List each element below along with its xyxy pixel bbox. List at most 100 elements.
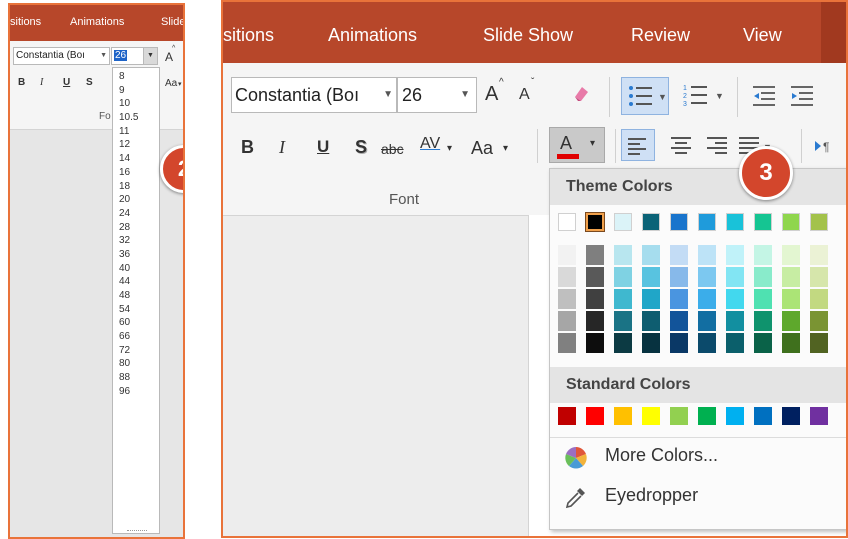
standard-color-swatch[interactable] <box>754 407 772 425</box>
theme-shade-swatch[interactable] <box>558 333 576 353</box>
list-item[interactable]: 11 <box>113 125 159 139</box>
tab-transitions[interactable]: sitions <box>223 25 274 46</box>
theme-shade-swatch[interactable] <box>670 289 688 309</box>
theme-shade-swatch[interactable] <box>558 289 576 309</box>
theme-color-swatch[interactable] <box>782 213 800 231</box>
theme-shade-swatch[interactable] <box>726 311 744 331</box>
theme-shade-swatch[interactable] <box>698 289 716 309</box>
list-item[interactable]: 48 <box>113 289 159 303</box>
tab-animations[interactable]: Animations <box>328 25 417 46</box>
theme-color-swatch[interactable] <box>726 213 744 231</box>
theme-color-swatch[interactable] <box>810 213 828 231</box>
standard-color-swatch[interactable] <box>726 407 744 425</box>
theme-shade-swatch[interactable] <box>698 245 716 265</box>
theme-shade-swatch[interactable] <box>642 311 660 331</box>
decrease-indent-icon[interactable] <box>751 83 777 109</box>
theme-color-swatch[interactable] <box>585 212 605 232</box>
list-item[interactable]: 60 <box>113 316 159 330</box>
align-center-icon[interactable] <box>665 129 697 159</box>
theme-shade-swatch[interactable] <box>586 267 604 287</box>
tab-review[interactable]: Review <box>631 25 690 46</box>
theme-shade-swatch[interactable] <box>810 333 828 353</box>
underline-button[interactable]: U <box>317 137 329 157</box>
theme-shade-swatch[interactable] <box>782 289 800 309</box>
align-left-button[interactable] <box>621 129 655 161</box>
tab-transitions[interactable]: sitions <box>10 16 41 28</box>
font-size-combo[interactable]: 26 ▼ <box>111 47 158 65</box>
shrink-font-icon[interactable]: A <box>519 86 530 104</box>
theme-color-swatch[interactable] <box>698 213 716 231</box>
theme-shade-swatch[interactable] <box>754 267 772 287</box>
theme-shade-swatch[interactable] <box>642 333 660 353</box>
theme-shade-swatch[interactable] <box>614 267 632 287</box>
font-size-combo[interactable]: 26 ▼ <box>397 77 477 113</box>
character-spacing-button[interactable]: AV <box>420 135 440 153</box>
standard-color-swatch[interactable] <box>810 407 828 425</box>
theme-shade-swatch[interactable] <box>782 267 800 287</box>
tab-view[interactable]: View <box>743 25 782 46</box>
list-item[interactable]: 18 <box>113 180 159 194</box>
bullets-button[interactable]: ▼ <box>621 77 669 115</box>
theme-shade-swatch[interactable] <box>810 289 828 309</box>
grow-font-icon[interactable]: A <box>485 83 498 106</box>
list-item[interactable]: 14 <box>113 152 159 166</box>
list-item[interactable]: 10.5 <box>113 111 159 125</box>
theme-shade-swatch[interactable] <box>782 333 800 353</box>
change-case-button[interactable]: Aa <box>165 78 177 89</box>
theme-shade-swatch[interactable] <box>558 311 576 331</box>
list-item[interactable]: 16 <box>113 166 159 180</box>
underline-button[interactable]: U <box>63 77 70 88</box>
standard-color-swatch[interactable] <box>670 407 688 425</box>
font-color-button[interactable]: A ▾ <box>549 127 605 163</box>
theme-shade-swatch[interactable] <box>586 311 604 331</box>
theme-shade-swatch[interactable] <box>754 289 772 309</box>
list-item[interactable]: 28 <box>113 221 159 235</box>
theme-shade-swatch[interactable] <box>782 311 800 331</box>
list-item[interactable]: 54 <box>113 303 159 317</box>
theme-shade-swatch[interactable] <box>614 333 632 353</box>
standard-color-swatch[interactable] <box>586 407 604 425</box>
standard-color-swatch[interactable] <box>698 407 716 425</box>
theme-shade-swatch[interactable] <box>810 245 828 265</box>
standard-color-swatch[interactable] <box>614 407 632 425</box>
font-name-combo[interactable]: Constantia (Boı ▼ <box>231 77 397 113</box>
strikethrough-button[interactable]: abc <box>381 141 404 157</box>
chevron-down-icon[interactable]: ▼ <box>460 78 470 112</box>
list-item[interactable]: 80 <box>113 357 159 371</box>
theme-shade-swatch[interactable] <box>586 245 604 265</box>
list-item[interactable]: 24 <box>113 207 159 221</box>
italic-button[interactable]: I <box>279 137 285 158</box>
theme-shade-swatch[interactable] <box>810 267 828 287</box>
tab-animations[interactable]: Animations <box>70 16 124 28</box>
theme-shade-swatch[interactable] <box>642 289 660 309</box>
standard-color-swatch[interactable] <box>558 407 576 425</box>
theme-shade-swatch[interactable] <box>558 267 576 287</box>
clear-formatting-icon[interactable] <box>571 83 591 103</box>
list-item[interactable]: 40 <box>113 262 159 276</box>
standard-color-swatch[interactable] <box>642 407 660 425</box>
list-item[interactable]: 88 <box>113 371 159 385</box>
theme-shade-swatch[interactable] <box>614 311 632 331</box>
resize-grip-icon[interactable] <box>127 530 147 531</box>
numbering-button[interactable]: 1 2 3 ▼ <box>679 77 727 115</box>
theme-shade-swatch[interactable] <box>726 245 744 265</box>
grow-font-icon[interactable]: A <box>165 50 173 64</box>
theme-shade-swatch[interactable] <box>614 289 632 309</box>
theme-shade-swatch[interactable] <box>754 311 772 331</box>
list-item[interactable]: 44 <box>113 275 159 289</box>
theme-shade-swatch[interactable] <box>810 311 828 331</box>
list-item[interactable]: 9 <box>113 84 159 98</box>
list-item[interactable]: 20 <box>113 193 159 207</box>
font-size-dropdown-button[interactable]: ▼ <box>143 48 157 64</box>
bold-button[interactable]: B <box>241 137 254 158</box>
list-item[interactable]: 32 <box>113 234 159 248</box>
align-right-icon[interactable] <box>701 129 733 159</box>
theme-shade-swatch[interactable] <box>698 311 716 331</box>
theme-shade-swatch[interactable] <box>698 267 716 287</box>
shadow-button[interactable]: S <box>355 137 367 158</box>
theme-shade-swatch[interactable] <box>670 311 688 331</box>
increase-indent-icon[interactable] <box>789 83 815 109</box>
theme-shade-swatch[interactable] <box>642 245 660 265</box>
change-case-button[interactable]: Aa <box>471 138 493 159</box>
bold-button[interactable]: B <box>18 77 25 88</box>
